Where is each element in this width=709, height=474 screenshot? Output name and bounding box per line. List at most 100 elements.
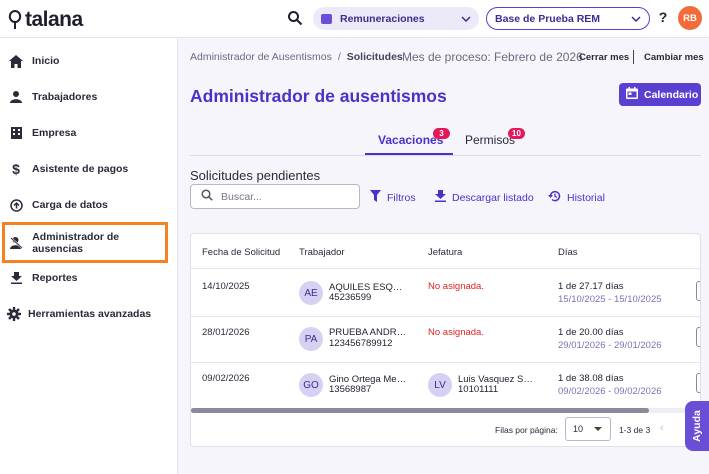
horizontal-scrollbar[interactable] (191, 408, 700, 413)
row-action-button[interactable] (696, 373, 700, 393)
sidebar-item-label: Asistente de pagos (32, 163, 129, 175)
row-action-button[interactable] (696, 327, 700, 347)
gear-icon (7, 307, 21, 321)
row-action-button[interactable] (696, 281, 700, 301)
talana-logo[interactable]: talana (8, 8, 83, 32)
sidebar-item-label: Trabajadores (32, 91, 98, 103)
column-header-date: Fecha de Solicitud (202, 247, 281, 258)
filter-icon (370, 190, 381, 205)
sidebar: Inicio Trabajadores Empresa $ Asistente … (0, 38, 178, 474)
page-title: Administrador de ausentismos (190, 86, 447, 106)
sidebar-item-herramientas[interactable]: Herramientas avanzadas (0, 300, 178, 328)
pagination-range: 1-3 de 3 (619, 425, 651, 435)
scrollbar-thumb[interactable] (191, 408, 649, 413)
sidebar-item-label: Carga de datos (32, 199, 108, 211)
column-header-boss: Jefatura (428, 247, 463, 258)
rows-per-page-value: 10 (573, 424, 584, 434)
logo-text: talana (25, 8, 83, 31)
column-header-worker: Trabajador (299, 247, 345, 258)
help-tab-button[interactable]: Ayuda (685, 401, 709, 451)
boss-unassigned: No asignada. (428, 327, 484, 338)
column-header-days: Días (558, 247, 578, 258)
history-button[interactable]: Historial (548, 190, 605, 205)
sidebar-item-carga-datos[interactable]: Carga de datos (0, 191, 178, 219)
request-date: 14/10/2025 (202, 281, 250, 292)
boss-avatar: LV (428, 373, 452, 397)
help-tab-label: Ayuda (691, 410, 704, 442)
close-month-button[interactable]: Cerrar mes (579, 52, 629, 63)
date-range: 29/01/2026 - 29/01/2026 (558, 340, 662, 351)
days-count: 1 de 20.00 días (558, 327, 624, 338)
row-divider (191, 316, 700, 317)
header-divider (633, 50, 634, 64)
logo-mark-icon (8, 10, 22, 30)
company-label: Base de Prueba REM (495, 12, 601, 25)
header-divider (191, 268, 700, 269)
chevron-down-icon (631, 13, 641, 25)
help-button[interactable]: ? (656, 9, 670, 27)
sidebar-item-label: Administrador de ausencias (32, 230, 120, 255)
breadcrumb-root[interactable]: Administrador de Ausentismos (190, 51, 332, 63)
person-off-icon (10, 236, 23, 250)
search-icon[interactable] (287, 10, 305, 28)
caret-down-icon (594, 427, 602, 431)
tabs-divider (190, 155, 701, 156)
change-month-button[interactable]: Cambiar mes (644, 52, 704, 63)
company-select[interactable]: Base de Prueba REM (486, 7, 650, 30)
history-label: Historial (567, 191, 605, 204)
sidebar-item-asistente-pagos[interactable]: $ Asistente de pagos (0, 155, 178, 183)
sidebar-item-reportes[interactable]: Reportes (0, 264, 178, 292)
home-icon (9, 54, 23, 68)
calendar-button-label: Calendario (644, 88, 699, 101)
download-list-button[interactable]: Descargar listado (435, 190, 534, 205)
chevron-down-icon (461, 13, 471, 25)
history-icon (548, 190, 561, 205)
module-icon (321, 13, 332, 24)
requests-table: Fecha de Solicitud Trabajador Jefatura D… (190, 233, 701, 447)
permisos-count-badge: 10 (508, 128, 525, 139)
person-icon (9, 90, 23, 104)
download-icon (435, 190, 446, 205)
rows-per-page-label: Filas por página: (495, 425, 558, 435)
sidebar-item-trabajadores[interactable]: Trabajadores (0, 83, 178, 111)
vacaciones-count-badge: 3 (433, 128, 450, 139)
worker-rut: 123456789912 (329, 338, 393, 349)
date-range: 15/10/2025 - 15/10/2025 (558, 294, 662, 305)
sidebar-item-empresa[interactable]: Empresa (0, 119, 178, 147)
row-divider (191, 362, 700, 363)
download-list-label: Descargar listado (452, 191, 534, 204)
user-avatar[interactable]: RB (678, 6, 702, 30)
filters-button[interactable]: Filtros (370, 190, 416, 205)
download-icon (9, 271, 23, 285)
rows-per-page-select[interactable]: 10 (565, 417, 611, 441)
worker-avatar: PA (299, 327, 323, 351)
sidebar-item-inicio[interactable]: Inicio (0, 47, 178, 75)
request-date: 09/02/2026 (202, 373, 250, 384)
filters-label: Filtros (387, 191, 416, 204)
search-icon (201, 188, 213, 206)
sidebar-item-administrador-ausencias[interactable]: Administrador de ausencias (2, 222, 168, 263)
worker-name: PRUEBA ANDREE... (329, 327, 409, 338)
sidebar-item-label: Inicio (32, 55, 60, 67)
section-title: Solicitudes pendientes (190, 168, 321, 183)
prev-page-icon[interactable]: ‹ (660, 422, 664, 434)
top-bar: talana Remuneraciones Base de Prueba REM… (0, 0, 709, 38)
module-label: Remuneraciones (340, 12, 425, 25)
calendar-button[interactable]: Calendario (619, 83, 701, 106)
search-input[interactable] (221, 190, 341, 203)
boss-rut: 10101111 (458, 384, 499, 395)
calendar-icon (626, 87, 638, 102)
sidebar-item-label: Reportes (32, 272, 78, 284)
search-box (190, 184, 360, 209)
breadcrumb: Administrador de Ausentismos / Solicitud… (190, 51, 403, 63)
worker-rut: 45236599 (329, 292, 372, 303)
request-date: 28/01/2026 (202, 327, 250, 338)
days-count: 1 de 27.17 días (558, 281, 624, 292)
breadcrumb-separator: / (337, 51, 341, 63)
process-month: Mes de proceso: Febrero de 2026 (402, 50, 583, 64)
date-range: 09/02/2026 - 09/02/2026 (558, 386, 662, 397)
dollar-icon: $ (12, 161, 20, 177)
module-select[interactable]: Remuneraciones (313, 7, 479, 30)
sidebar-item-label: Herramientas avanzadas (28, 308, 152, 320)
boss-unassigned: No asignada. (428, 281, 484, 292)
